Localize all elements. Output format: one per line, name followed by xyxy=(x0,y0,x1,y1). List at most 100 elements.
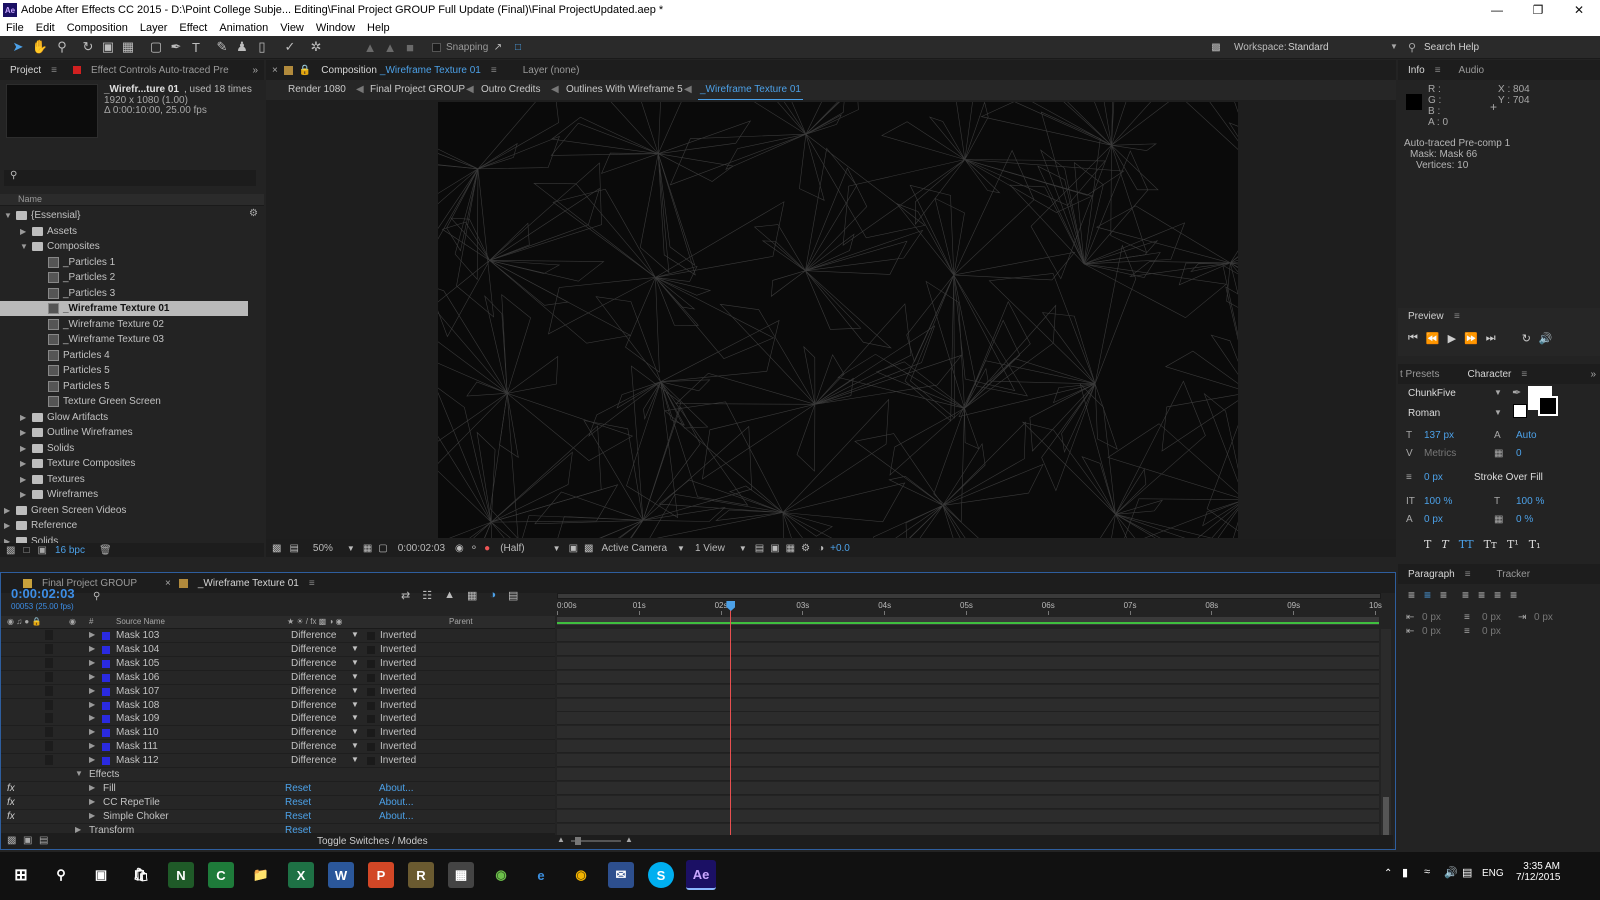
project-comp-item[interactable]: Texture Green Screen xyxy=(0,394,248,409)
mask-mode-select[interactable]: Difference xyxy=(291,644,336,655)
flowchart-icon[interactable]: ⚙ xyxy=(249,208,258,219)
project-search-input[interactable]: ⚲ xyxy=(4,170,256,186)
layer-bar[interactable] xyxy=(557,670,1379,684)
local-axis-icon[interactable]: ▲ xyxy=(362,39,378,55)
mask-name[interactable]: Mask 112 xyxy=(116,755,159,766)
last-frame-icon[interactable]: ⏭ xyxy=(1486,332,1496,345)
mask-color-swatch[interactable] xyxy=(102,743,110,752)
mask-row[interactable]: ▶ Mask 103 Difference ▼ Inverted xyxy=(1,629,555,643)
menu-file[interactable]: File xyxy=(0,22,30,34)
winrar-icon[interactable]: R xyxy=(408,862,434,888)
mask-color-swatch[interactable] xyxy=(102,757,110,766)
fill-swatch-small[interactable] xyxy=(1513,404,1527,418)
effect-row[interactable]: fx ▶ CC RepeTile Reset About... xyxy=(1,795,555,810)
inverted-checkbox[interactable] xyxy=(367,632,375,640)
timeline-scrollbar[interactable] xyxy=(1381,629,1391,839)
column-parent[interactable]: Parent xyxy=(449,617,473,626)
mask-name[interactable]: Mask 109 xyxy=(116,713,159,724)
mask-row[interactable]: ▶ Mask 109 Difference ▼ Inverted xyxy=(1,712,555,727)
horizontal-scale-value[interactable]: 100 % xyxy=(1516,496,1544,507)
project-folder-item[interactable]: ▶ Textures xyxy=(0,472,248,487)
chevron-down-icon[interactable]: ▼ xyxy=(351,644,359,653)
new-comp-icon[interactable]: ▣ xyxy=(38,545,47,556)
snapping-checkbox[interactable] xyxy=(432,43,441,52)
powerpoint-icon[interactable]: P xyxy=(368,862,394,888)
triangle-right-icon[interactable]: ▶ xyxy=(20,413,28,422)
chevron-down-icon[interactable]: ▼ xyxy=(351,727,359,736)
minimize-button[interactable]: — xyxy=(1480,0,1514,20)
selection-tool-icon[interactable]: ➤ xyxy=(10,39,26,55)
rotate-tool-icon[interactable]: ↻ xyxy=(80,39,96,55)
search-icon[interactable]: ⚲ xyxy=(93,591,100,602)
zoom-slider-handle[interactable] xyxy=(575,837,581,845)
zoom-select[interactable]: 50% xyxy=(313,543,333,554)
task-view-icon[interactable]: ▣ xyxy=(88,862,114,888)
effects-group-row[interactable]: ▼ Effects xyxy=(1,768,555,782)
time-navigator[interactable] xyxy=(557,593,1381,599)
mask-mode-select[interactable]: Difference xyxy=(291,700,336,711)
project-comp-item[interactable]: _Wireframe Texture 03 xyxy=(0,332,248,347)
effect-row[interactable]: fx ▶ Simple Choker Reset About... xyxy=(1,809,555,824)
faux-bold-button[interactable]: T xyxy=(1424,538,1431,551)
project-folder-item[interactable]: ▶ Glow Artifacts xyxy=(0,410,248,425)
panel-menu-icon[interactable]: ≡ xyxy=(1454,311,1460,322)
mask-color-swatch[interactable] xyxy=(102,715,110,724)
triangle-right-icon[interactable]: ▶ xyxy=(89,658,95,667)
justify-left-icon[interactable]: ≡ xyxy=(1462,588,1469,602)
mask-name[interactable]: Mask 111 xyxy=(116,741,158,752)
timeline-icon[interactable]: ▦ xyxy=(786,543,795,554)
panel-menu-icon[interactable]: ≡ xyxy=(491,65,497,76)
roto-brush-tool-icon[interactable]: ✓ xyxy=(282,39,298,55)
frame-blending-icon[interactable]: ▦ xyxy=(467,589,477,602)
first-frame-icon[interactable]: ⏮ xyxy=(1408,332,1418,345)
edge-icon[interactable]: e xyxy=(528,862,554,888)
always-preview-icon[interactable]: ▩ xyxy=(272,543,281,554)
mask-mode-select[interactable]: Difference xyxy=(291,741,336,752)
superscript-button[interactable]: T¹ xyxy=(1507,538,1519,551)
lock-icon[interactable]: 🔒 xyxy=(299,65,311,76)
stroke-mode-select[interactable]: Stroke Over Fill xyxy=(1474,472,1543,483)
triangle-right-icon[interactable]: ▶ xyxy=(4,506,12,515)
inverted-checkbox[interactable] xyxy=(367,757,375,766)
inverted-checkbox[interactable] xyxy=(367,729,375,738)
layer-bar[interactable] xyxy=(557,684,1379,698)
chevron-down-icon[interactable]: ▼ xyxy=(739,544,747,553)
layer-bar[interactable] xyxy=(557,754,1379,768)
project-folder-item[interactable]: ▶ Green Screen Videos xyxy=(0,503,248,518)
triangle-right-icon[interactable]: ▶ xyxy=(89,811,95,820)
effect-about-link[interactable]: About... xyxy=(379,811,413,822)
chevron-down-icon[interactable]: ▼ xyxy=(347,544,355,553)
menu-animation[interactable]: Animation xyxy=(213,22,274,34)
project-comp-item[interactable]: Particles 5 xyxy=(0,363,248,378)
font-style-select[interactable]: Roman xyxy=(1408,408,1508,419)
zoom-in-icon[interactable]: ▲ xyxy=(625,835,633,844)
inverted-checkbox[interactable] xyxy=(367,645,375,654)
align-center-icon[interactable]: ≡ xyxy=(1424,588,1431,602)
menu-window[interactable]: Window xyxy=(310,22,361,34)
panel-menu-icon[interactable]: ≡ xyxy=(309,578,315,589)
subscript-button[interactable]: T₁ xyxy=(1529,538,1541,551)
inverted-checkbox[interactable] xyxy=(367,743,375,752)
mask-name[interactable]: Mask 105 xyxy=(116,658,159,669)
effect-reset-link[interactable]: Reset xyxy=(285,797,311,808)
chevron-down-icon[interactable]: ▼ xyxy=(351,700,359,709)
space-after-value[interactable]: 0 px xyxy=(1482,626,1501,637)
after-effects-taskbar-icon[interactable]: Ae xyxy=(686,860,716,890)
menu-view[interactable]: View xyxy=(274,22,310,34)
nvidia-icon[interactable]: N xyxy=(168,862,194,888)
space-before-value[interactable]: 0 px xyxy=(1482,612,1501,623)
mask-name[interactable]: Mask 107 xyxy=(116,686,159,697)
layer-bar[interactable] xyxy=(557,642,1379,656)
project-folder-item[interactable]: ▶ Solids xyxy=(0,534,248,543)
indent-left-value[interactable]: 0 px xyxy=(1422,612,1441,623)
mask-row[interactable]: ▶ Mask 108 Difference ▼ Inverted xyxy=(1,698,555,713)
mute-icon[interactable]: 🔊 xyxy=(1539,332,1553,345)
chevron-down-icon[interactable]: ▼ xyxy=(351,741,359,750)
tab-info[interactable]: Info xyxy=(1398,65,1435,76)
mask-color-swatch[interactable] xyxy=(102,632,110,640)
camera-select[interactable]: Active Camera xyxy=(601,543,667,554)
column-source-name[interactable]: Source Name xyxy=(116,617,165,626)
browser-icon[interactable]: ◉ xyxy=(488,862,514,888)
layer-bar[interactable] xyxy=(557,781,1379,795)
triangle-right-icon[interactable]: ▶ xyxy=(89,672,95,681)
